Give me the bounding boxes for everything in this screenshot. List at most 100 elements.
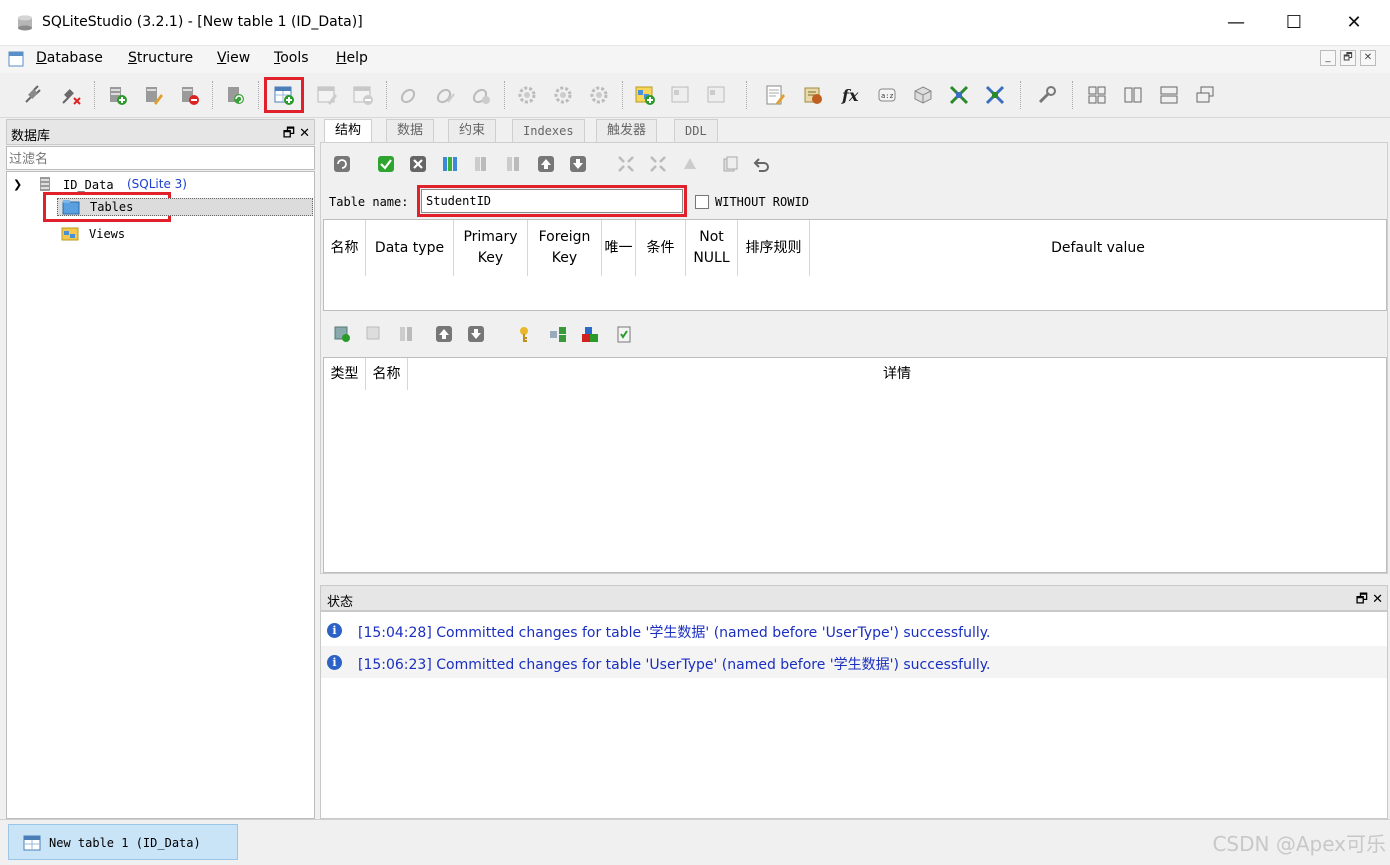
columns-grid: 名称 Data type Primary Key Foreign Key 唯一 …	[323, 219, 1387, 311]
add-index-icon[interactable]	[398, 84, 420, 106]
tab-indexes[interactable]: Indexes	[512, 119, 585, 143]
taskbar-window-label: New table 1 (ID_Data)	[49, 836, 201, 850]
refresh-database-icon[interactable]	[224, 84, 246, 106]
constraint-up-icon[interactable]	[435, 325, 453, 343]
remove-database-icon[interactable]	[178, 84, 200, 106]
populate-icon[interactable]	[681, 155, 699, 173]
delete-column-icon[interactable]	[505, 155, 523, 173]
close-button[interactable]: ✕	[1332, 8, 1376, 38]
column-header[interactable]: Data type	[366, 220, 454, 276]
delete-table-icon[interactable]	[352, 84, 374, 106]
menu-view[interactable]: View	[217, 50, 250, 66]
taskbar-window-item[interactable]: New table 1 (ID_Data)	[8, 824, 238, 860]
window-title: SQLiteStudio (3.2.1) - [New table 1 (ID_…	[42, 14, 363, 30]
table-name-input[interactable]	[421, 189, 683, 213]
tables-folder-icon	[62, 199, 80, 219]
status-panel-controls[interactable]: 🗗 ✕	[1356, 590, 1383, 612]
add-constraint-icon[interactable]	[333, 325, 351, 343]
editor-tabs: 结构 数据 约束 Indexes 触发器 DDL	[320, 119, 1388, 144]
constraint-header[interactable]: 类型	[324, 358, 366, 390]
menu-help[interactable]: Help	[336, 50, 368, 66]
tab-ddl[interactable]: DDL	[674, 119, 718, 143]
connect-icon[interactable]	[22, 84, 44, 106]
create-table-icon[interactable]	[273, 84, 295, 106]
edit-constraint-icon[interactable]	[365, 325, 383, 343]
delete-trigger-icon[interactable]	[588, 84, 610, 106]
tab-structure[interactable]: 结构	[324, 119, 373, 144]
tree-tables-item[interactable]: Tables	[57, 198, 313, 216]
delete-index-icon[interactable]	[470, 84, 492, 106]
mdi-close-button[interactable]: ✕	[1360, 50, 1376, 66]
disconnect-icon[interactable]	[60, 84, 82, 106]
column-header[interactable]: 唯一	[602, 220, 636, 276]
check-constraint-icon[interactable]	[615, 325, 633, 343]
tab-data[interactable]: 数据	[386, 119, 435, 143]
ddl-preview-icon[interactable]	[721, 155, 739, 173]
edit-column-icon[interactable]	[473, 155, 491, 173]
import-icon[interactable]	[948, 84, 970, 106]
cascade-windows-icon[interactable]	[1194, 84, 1216, 106]
collations-editor-icon[interactable]: a:z	[876, 84, 898, 106]
foreign-key-icon[interactable]	[549, 325, 567, 343]
delete-constraint-icon[interactable]	[397, 325, 415, 343]
add-database-icon[interactable]	[106, 84, 128, 106]
move-up-icon[interactable]	[537, 155, 555, 173]
rollback-icon[interactable]	[409, 155, 427, 173]
edit-view-icon[interactable]	[670, 84, 692, 106]
column-header[interactable]: 名称	[324, 220, 366, 276]
edit-trigger-icon[interactable]	[552, 84, 574, 106]
chevron-down-icon[interactable]: ❯	[13, 178, 22, 191]
mdi-minimize-button[interactable]: _	[1320, 50, 1336, 66]
extensions-icon[interactable]	[912, 84, 934, 106]
column-header[interactable]: 条件	[636, 220, 686, 276]
move-down-icon[interactable]	[569, 155, 587, 173]
tab-constraints[interactable]: 约束	[448, 119, 497, 143]
ddl-history-icon[interactable]	[802, 84, 824, 106]
add-view-icon[interactable]	[634, 84, 656, 106]
config-wrench-icon[interactable]	[1036, 84, 1058, 106]
commit-icon[interactable]	[377, 155, 395, 173]
constraint-header[interactable]: 名称	[366, 358, 408, 390]
column-header[interactable]: Primary Key	[454, 220, 528, 276]
menu-tools[interactable]: Tools	[274, 50, 309, 66]
menu-database[interactable]: Database	[36, 50, 103, 66]
database-panel-controls[interactable]: 🗗 ✕	[283, 124, 310, 146]
status-panel-title: 状态	[327, 595, 354, 610]
column-header[interactable]: Foreign Key	[528, 220, 602, 276]
app-logo-icon	[16, 14, 34, 36]
column-header[interactable]: Not NULL	[686, 220, 738, 276]
tile-vertical-icon[interactable]	[1158, 84, 1180, 106]
tree-views-item[interactable]: Views	[89, 227, 125, 241]
primary-key-icon[interactable]	[517, 325, 535, 343]
without-rowid-checkbox[interactable]	[695, 195, 709, 209]
tile-horizontal-icon[interactable]	[1122, 84, 1144, 106]
column-header[interactable]: 排序规则	[738, 220, 810, 276]
minimize-button[interactable]: —	[1214, 8, 1258, 38]
mdi-window-icon	[8, 51, 24, 71]
tile-windows-icon[interactable]	[1086, 84, 1108, 106]
column-header[interactable]: Default value	[810, 220, 1386, 276]
unique-icon[interactable]	[581, 325, 599, 343]
edit-database-icon[interactable]	[142, 84, 164, 106]
edit-index-icon[interactable]	[434, 84, 456, 106]
edit-table-icon[interactable]	[316, 84, 338, 106]
views-folder-icon	[61, 225, 79, 245]
mdi-restore-button[interactable]: 🗗	[1340, 50, 1356, 66]
constraint-header[interactable]: 详情	[408, 358, 1386, 390]
undo-icon[interactable]	[753, 155, 771, 173]
delete-view-icon[interactable]	[706, 84, 728, 106]
maximize-button[interactable]: ☐	[1272, 8, 1316, 38]
export-columns-icon[interactable]	[649, 155, 667, 173]
add-column-icon[interactable]	[441, 155, 459, 173]
constraint-down-icon[interactable]	[467, 325, 485, 343]
filter-name-input[interactable]	[6, 146, 315, 170]
menu-structure[interactable]: Structure	[128, 50, 193, 66]
tab-triggers[interactable]: 触发器	[596, 119, 658, 143]
add-trigger-icon[interactable]	[516, 84, 538, 106]
import-columns-icon[interactable]	[617, 155, 635, 173]
export-icon[interactable]	[984, 84, 1006, 106]
refresh-icon[interactable]	[333, 155, 351, 173]
sql-editor-icon[interactable]	[764, 84, 786, 106]
tree-database-name[interactable]: ID_Data	[63, 178, 114, 192]
functions-editor-icon[interactable]: fx	[840, 84, 862, 106]
